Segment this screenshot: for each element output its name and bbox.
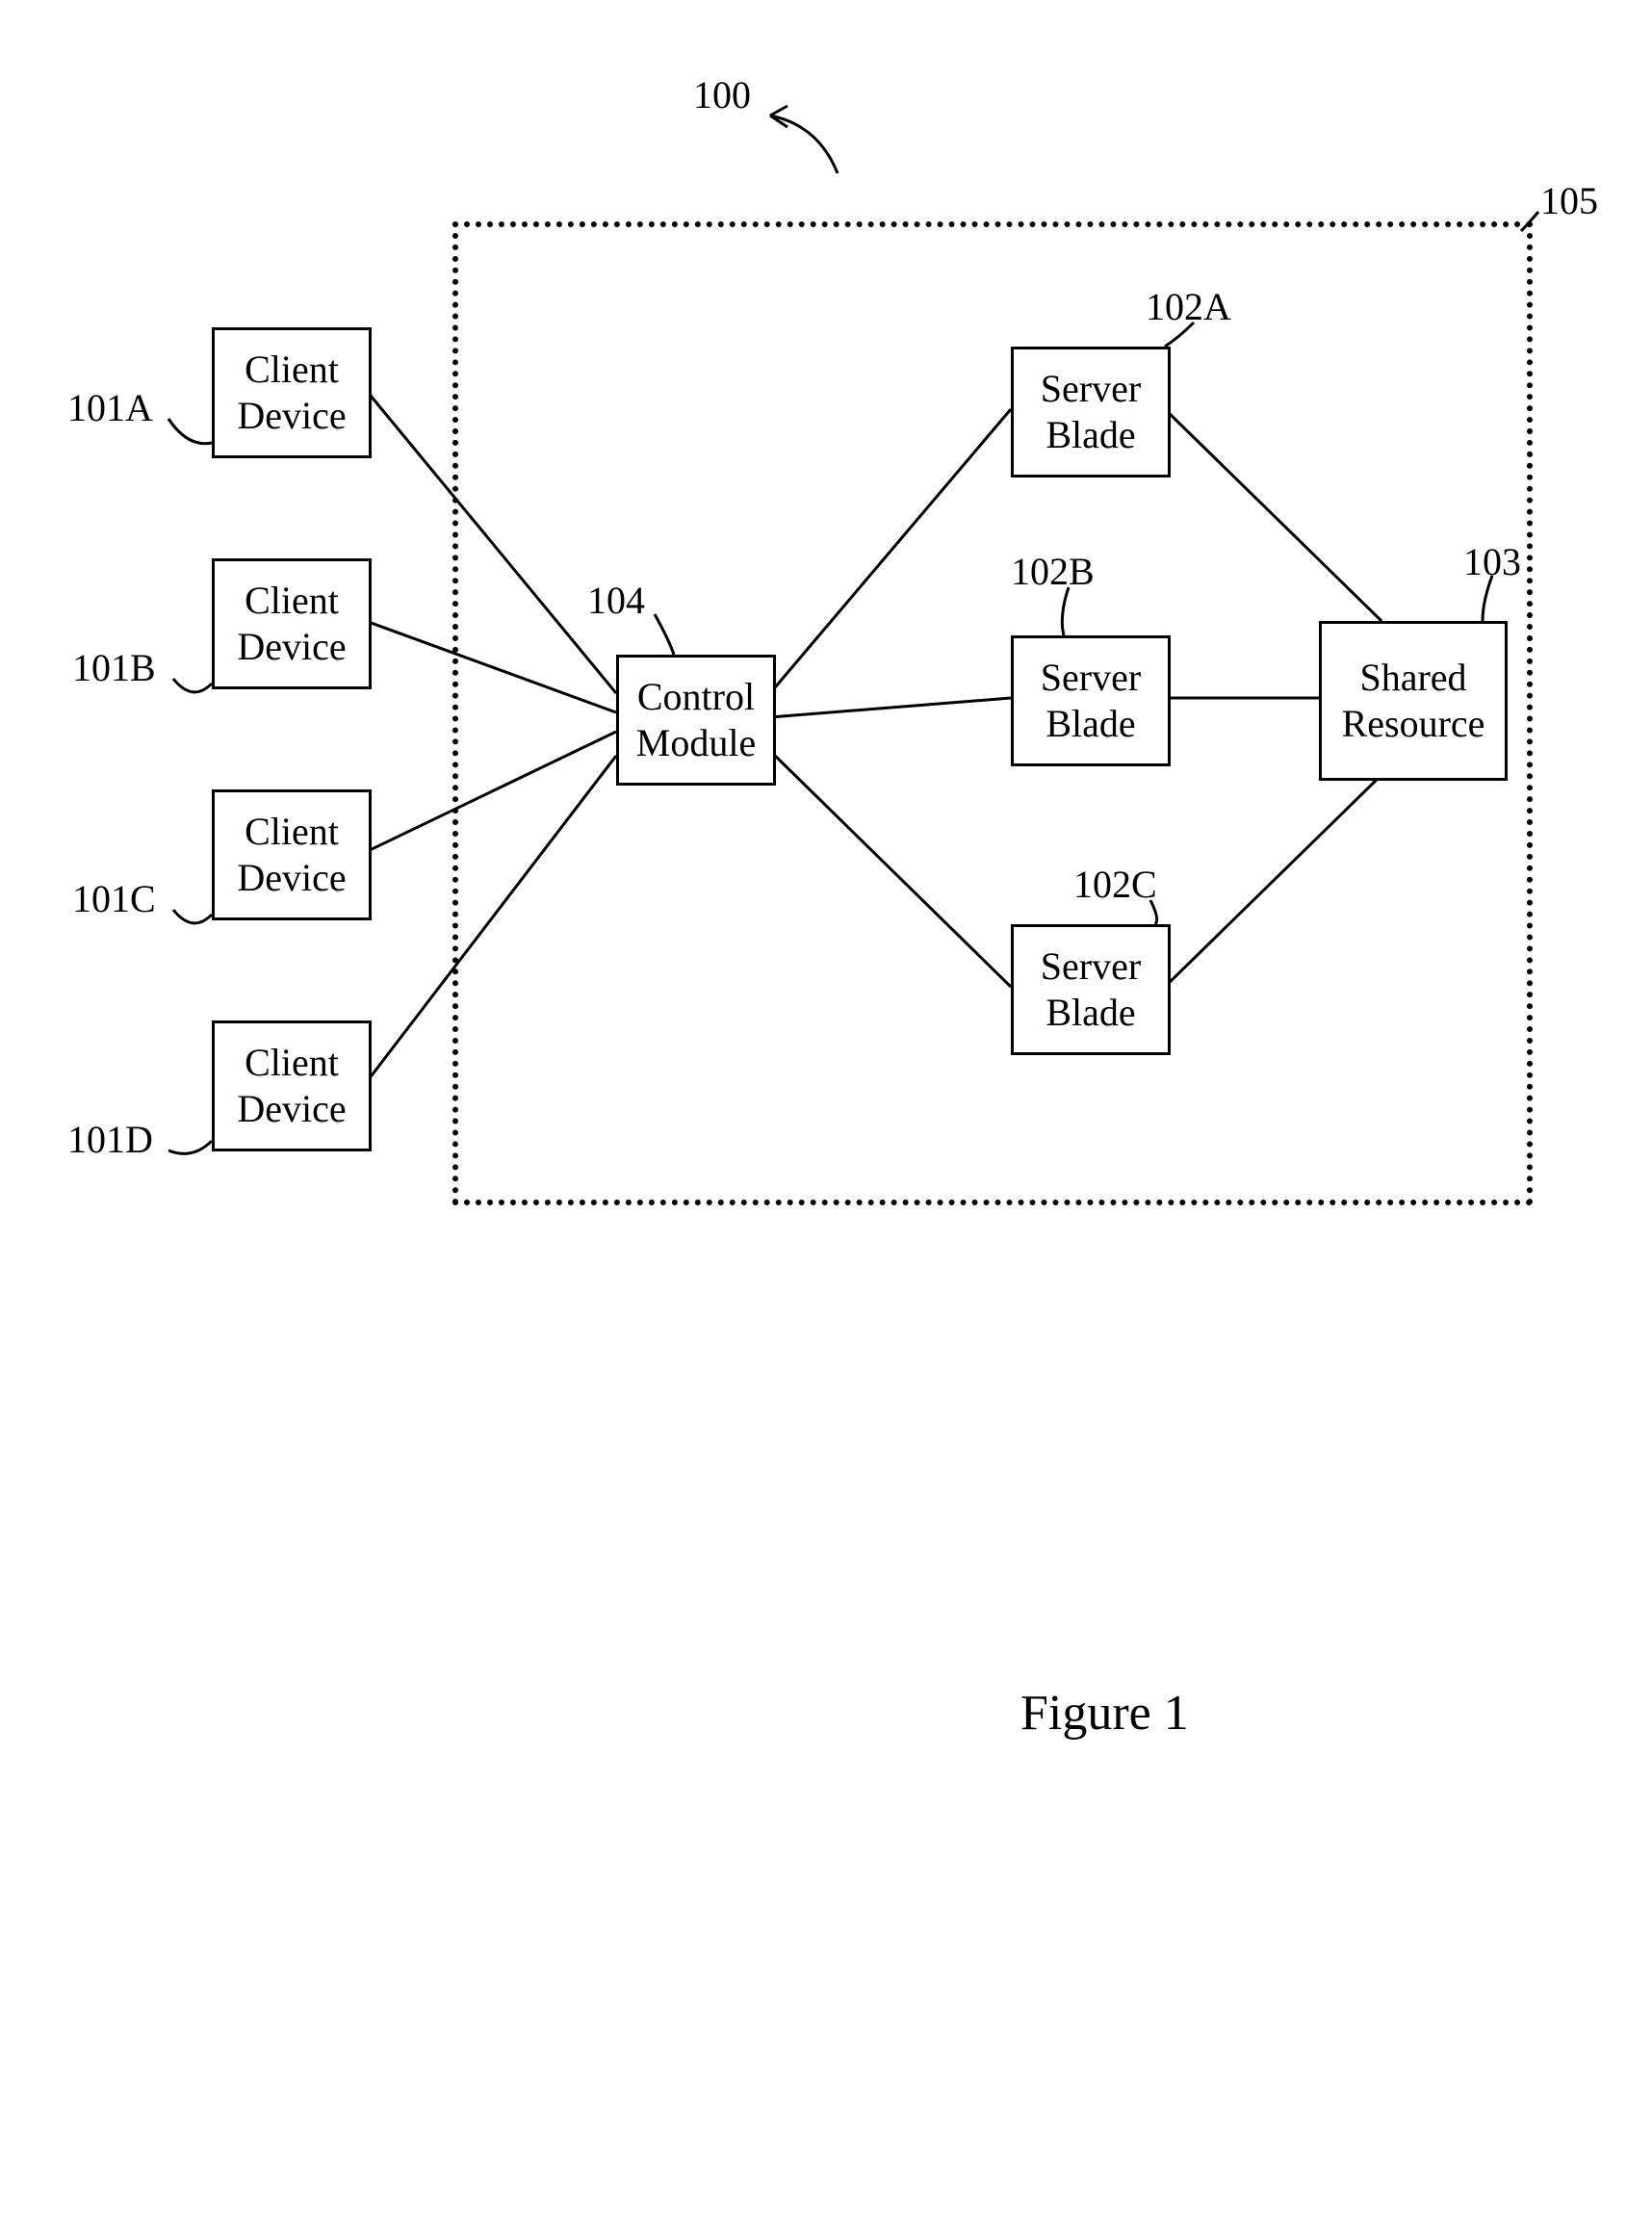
label-101b: 101B [72, 645, 156, 690]
label-101c: 101C [72, 876, 156, 921]
label-102c: 102C [1073, 862, 1157, 907]
figure-caption: Figure 1 [1020, 1685, 1189, 1742]
client-device-c: Client Device [212, 789, 372, 920]
server-blade-c-label: Server Blade [1041, 943, 1141, 1036]
client-device-d: Client Device [212, 1020, 372, 1151]
client-device-b-label: Client Device [237, 578, 346, 670]
label-103: 103 [1463, 539, 1521, 584]
client-device-d-label: Client Device [237, 1040, 346, 1132]
label-102a: 102A [1146, 284, 1231, 329]
label-101d: 101D [67, 1117, 153, 1162]
client-device-a-label: Client Device [237, 347, 346, 439]
client-device-c-label: Client Device [237, 809, 346, 901]
label-102b: 102B [1011, 549, 1095, 594]
client-device-a: Client Device [212, 327, 372, 458]
label-104: 104 [587, 578, 645, 623]
diagram-container: Client Device Client Device Client Devic… [39, 39, 1613, 2182]
server-blade-a-label: Server Blade [1041, 366, 1141, 458]
server-blade-a: Server Blade [1011, 347, 1171, 478]
label-105: 105 [1540, 178, 1598, 223]
shared-resource-label: Shared Resource [1342, 655, 1485, 747]
server-blade-c: Server Blade [1011, 924, 1171, 1055]
client-device-b: Client Device [212, 558, 372, 689]
server-blade-b: Server Blade [1011, 635, 1171, 766]
control-module: Control Module [616, 655, 776, 786]
label-101a: 101A [67, 385, 153, 430]
label-100: 100 [693, 72, 751, 117]
control-module-label: Control Module [636, 674, 756, 766]
shared-resource: Shared Resource [1319, 621, 1508, 781]
server-blade-b-label: Server Blade [1041, 655, 1141, 747]
